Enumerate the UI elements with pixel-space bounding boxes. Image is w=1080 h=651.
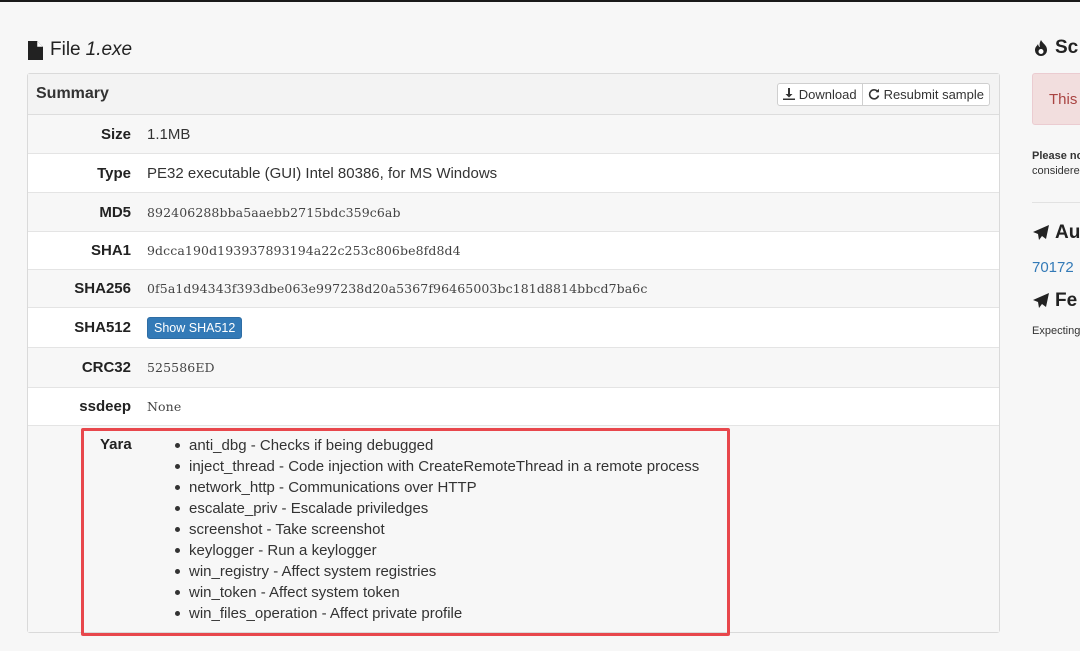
file-icon bbox=[28, 40, 43, 60]
yara-list: anti_dbg - Checks if being debugged inje… bbox=[174, 435, 700, 624]
fire-icon bbox=[1035, 40, 1047, 56]
summary-heading: Summary Download Resubmit sample bbox=[28, 74, 999, 115]
author-heading-text: Au bbox=[1055, 222, 1080, 243]
row-sha512: SHA512 Show SHA512 bbox=[28, 308, 999, 348]
yara-item: keylogger - Run a keylogger bbox=[174, 540, 699, 561]
yara-item: inject_thread - Code injection with Crea… bbox=[174, 458, 700, 475]
feedback-text: Expecting bbox=[1032, 325, 1080, 337]
paper-plane-icon bbox=[1033, 225, 1049, 240]
row-yara: Yara anti_dbg - Checks if being debugged… bbox=[28, 426, 999, 632]
summary-title: Summary bbox=[36, 85, 109, 102]
note-text: considere bbox=[1032, 165, 1080, 177]
yara-item: network_http - Communications over HTTP bbox=[174, 477, 699, 498]
show-sha512-button[interactable]: Show SHA512 bbox=[147, 316, 243, 339]
sha256-value: 0f5a1d94343f393dbe063e997238d20a5367f964… bbox=[147, 281, 648, 296]
resubmit-button[interactable]: Resubmit sample bbox=[862, 82, 990, 106]
download-button[interactable]: Download bbox=[776, 82, 863, 106]
size-value: 1.1MB bbox=[147, 125, 191, 143]
refresh-icon bbox=[868, 88, 879, 100]
sha512-value: Show SHA512 bbox=[147, 316, 243, 339]
yara-item: win_files_operation - Affect private pro… bbox=[174, 603, 699, 624]
row-sha1: SHA1 9dcca190d193937893194a22c253c806be8… bbox=[28, 232, 999, 270]
row-md5: MD5 892406288bba5aaebb2715bdc359c6ab bbox=[28, 193, 999, 232]
type-value: PE32 executable (GUI) Intel 80386, for M… bbox=[147, 164, 498, 182]
page-title: File 1.exe bbox=[28, 37, 132, 63]
score-heading: Sc bbox=[1032, 37, 1078, 59]
yara-item: anti_dbg - Checks if being debugged bbox=[174, 435, 699, 456]
ssdeep-key: ssdeep bbox=[79, 398, 131, 415]
note-bold: Please no bbox=[1032, 150, 1080, 162]
row-ssdeep: ssdeep None bbox=[28, 388, 999, 426]
sha1-key: SHA1 bbox=[90, 242, 131, 259]
sidebar-divider bbox=[1032, 202, 1080, 203]
row-type: Type PE32 executable (GUI) Intel 80386, … bbox=[28, 154, 999, 193]
download-icon bbox=[782, 88, 795, 100]
md5-value: 892406288bba5aaebb2715bdc359c6ab bbox=[147, 204, 401, 220]
author-link[interactable]: 70172 bbox=[1032, 259, 1074, 276]
size-key: Size bbox=[100, 125, 131, 143]
yara-key: Yara bbox=[100, 436, 132, 453]
feedback-heading: Fe bbox=[1032, 290, 1077, 312]
crc32-key: CRC32 bbox=[81, 359, 131, 376]
row-size: Size 1.1MB bbox=[28, 115, 999, 154]
sha1-value: 9dcca190d193937893194a22c253c806be8fd8d4 bbox=[147, 243, 461, 258]
sha256-key: SHA256 bbox=[74, 280, 131, 297]
feedback-heading-text: Fe bbox=[1055, 290, 1078, 311]
type-key: Type bbox=[97, 164, 131, 182]
sha512-key: SHA512 bbox=[74, 319, 131, 336]
file-name: 1.exe bbox=[85, 39, 133, 60]
title-prefix: File bbox=[50, 39, 81, 60]
crc32-value: 525586ED bbox=[147, 360, 215, 375]
top-border bbox=[0, 0, 1080, 2]
row-crc32: CRC32 525586ED bbox=[28, 348, 999, 388]
score-heading-text: Sc bbox=[1055, 37, 1079, 58]
resubmit-label: Resubmit sample bbox=[883, 86, 984, 102]
md5-key: MD5 bbox=[99, 203, 131, 221]
yara-item: screenshot - Take screenshot bbox=[174, 519, 699, 540]
yara-item: win_registry - Affect system registries bbox=[174, 561, 699, 582]
score-note: Please no considere bbox=[1032, 149, 1080, 179]
score-alert: This bbox=[1032, 73, 1080, 125]
yara-item: escalate_priv - Escalade priviledges bbox=[174, 498, 699, 519]
panel-actions: Download Resubmit sample bbox=[776, 82, 990, 106]
author-heading: Au bbox=[1032, 222, 1080, 244]
ssdeep-value: None bbox=[147, 399, 182, 414]
yara-item: win_token - Affect system token bbox=[174, 582, 699, 603]
summary-panel: Summary Download Resubmit sample Size 1.… bbox=[27, 73, 1000, 633]
row-sha256: SHA256 0f5a1d94343f393dbe063e997238d20a5… bbox=[28, 270, 999, 308]
download-label: Download bbox=[798, 86, 857, 102]
paper-plane-icon bbox=[1033, 293, 1049, 308]
alert-text: This bbox=[1049, 91, 1078, 108]
